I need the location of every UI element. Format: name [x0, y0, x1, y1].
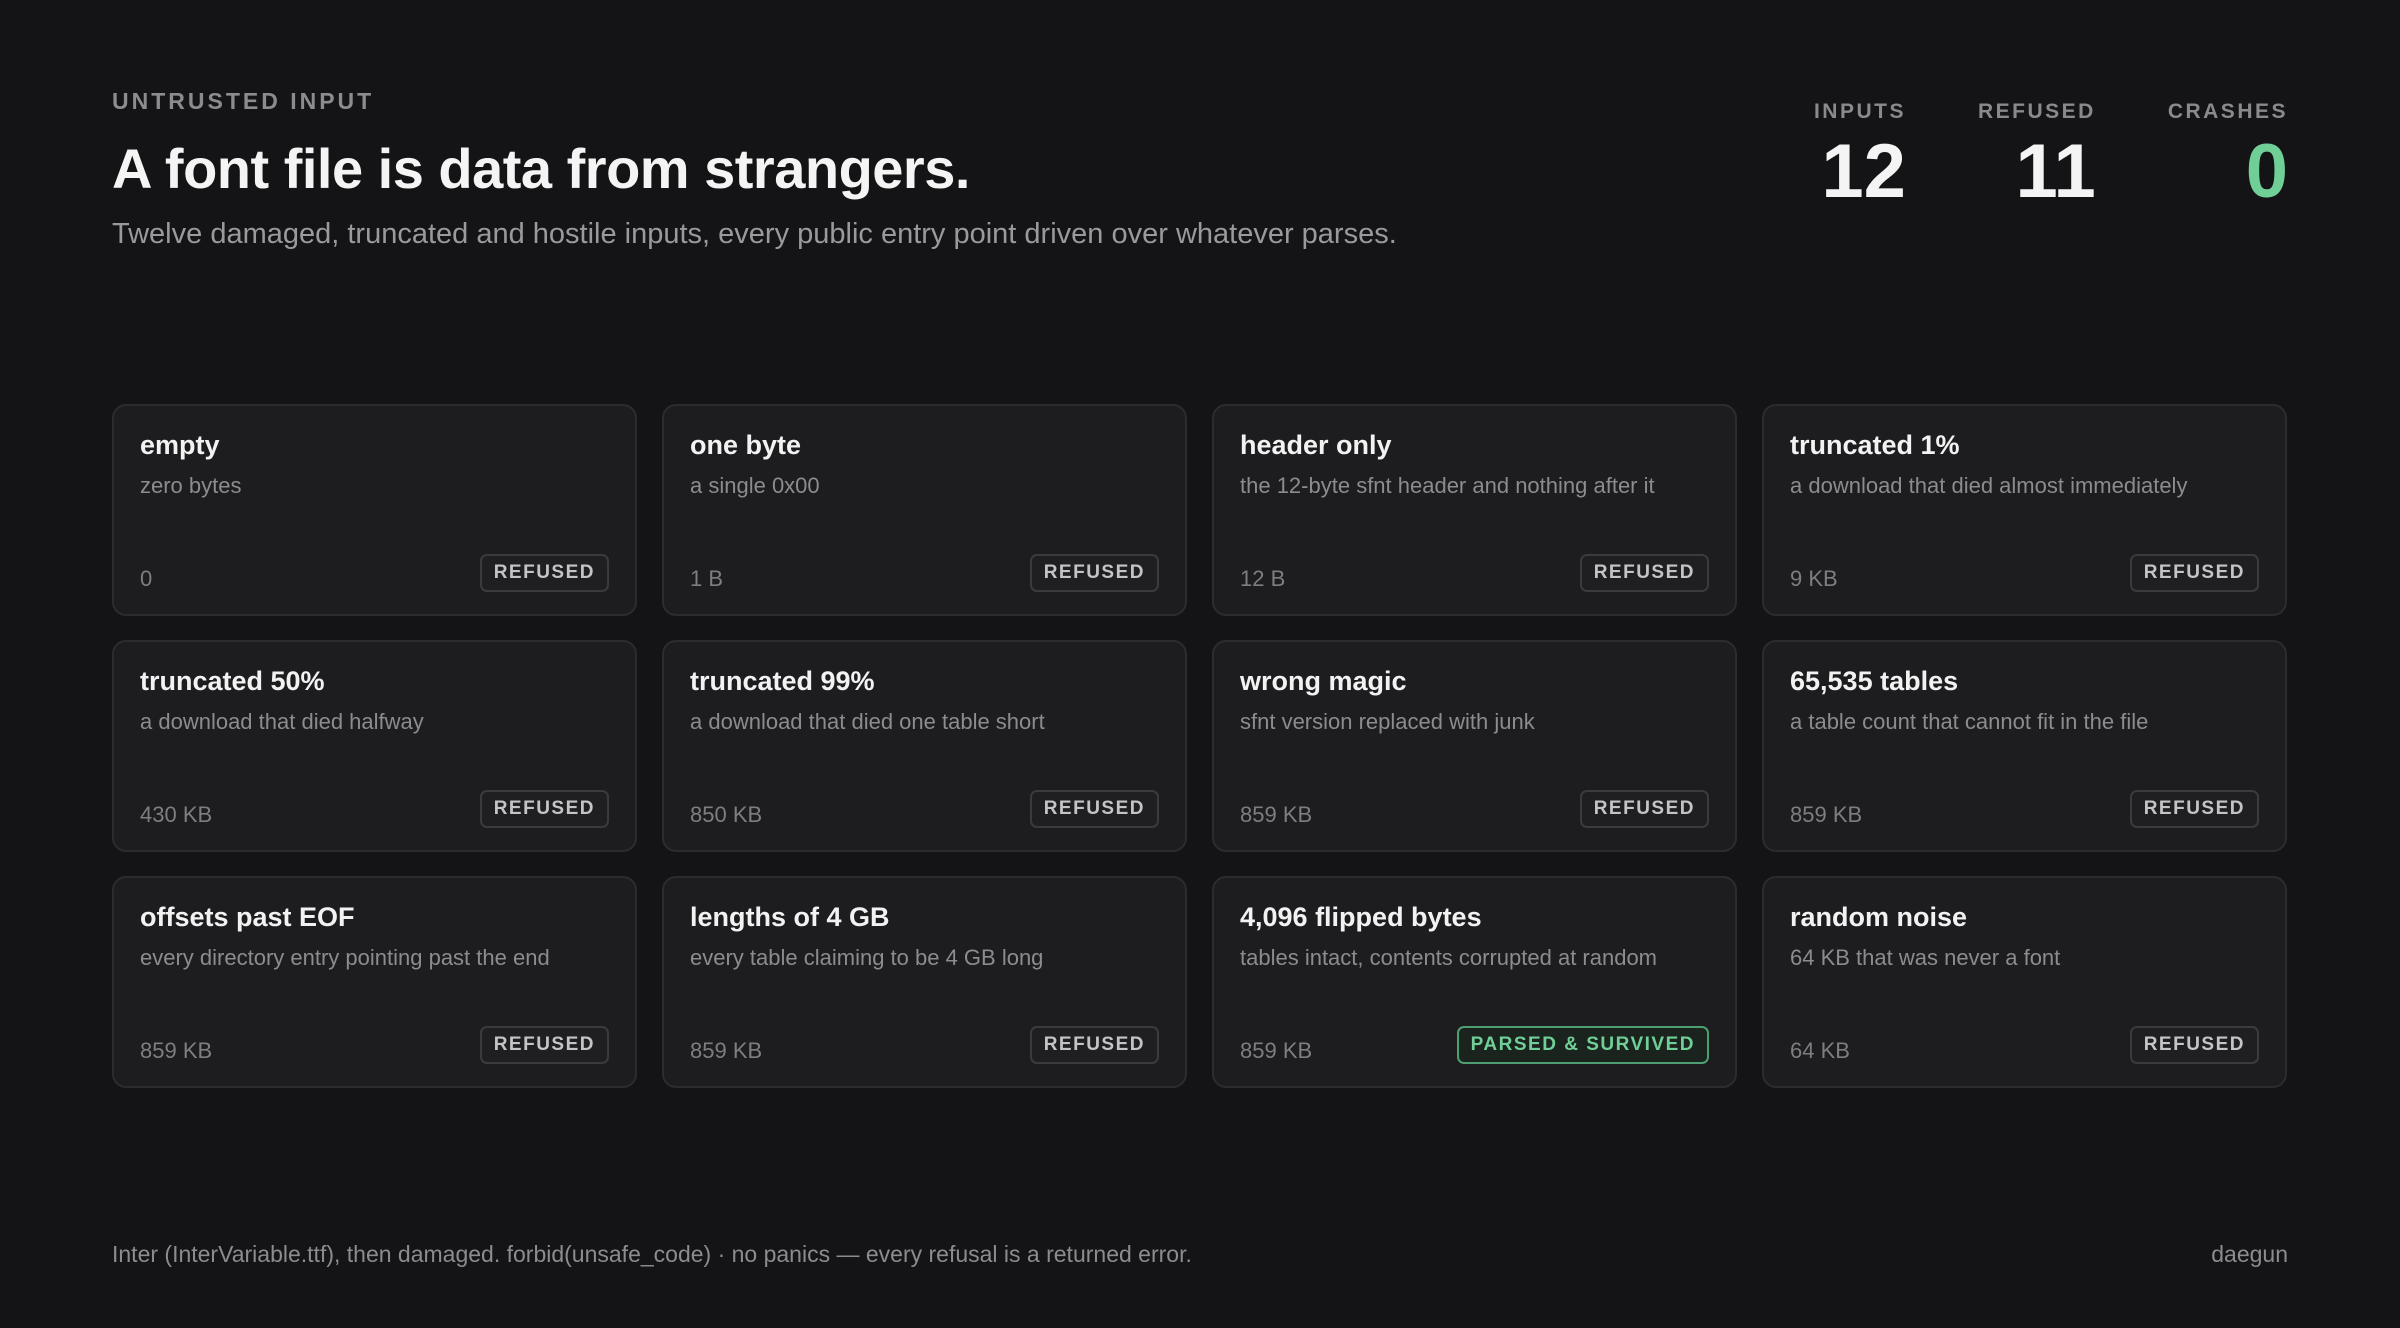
card-title: offsets past EOF [140, 902, 355, 932]
card-title: truncated 50% [140, 666, 325, 696]
stat-label: INPUTS [1813, 100, 1906, 123]
input-card: truncated 50% a download that died halfw… [112, 640, 637, 852]
card-description: a single 0x00 [690, 473, 820, 498]
card-size: 850 KB [690, 802, 763, 827]
status-badge: REFUSED [479, 554, 609, 592]
card-description: sfnt version replaced with junk [1240, 709, 1535, 734]
card-size: 1 B [690, 566, 724, 591]
status-badge: REFUSED [479, 1026, 609, 1064]
input-card: wrong magic sfnt version replaced with j… [1212, 640, 1737, 852]
stat-value: 12 [1821, 129, 1906, 214]
stat-label: CRASHES [2167, 100, 2288, 123]
input-card: truncated 1% a download that died almost… [1762, 404, 2287, 616]
card-size: 859 KB [690, 1038, 763, 1063]
status-badge: REFUSED [1029, 554, 1159, 592]
card-description: the 12-byte sfnt header and nothing afte… [1240, 473, 1655, 498]
card-size: 430 KB [140, 802, 213, 827]
card-title: truncated 99% [690, 666, 875, 696]
card-title: truncated 1% [1790, 430, 1960, 460]
status-badge: REFUSED [479, 790, 609, 828]
card-size: 12 B [1240, 566, 1286, 591]
input-cards-grid: empty zero bytes 0 REFUSED one byte a si… [112, 404, 2288, 1088]
input-card: truncated 99% a download that died one t… [662, 640, 1187, 852]
card-description: every table claiming to be 4 GB long [690, 945, 1044, 970]
footer-author: daegun [2211, 1241, 2288, 1267]
card-size: 0 [140, 566, 153, 591]
card-title: empty [140, 430, 220, 460]
status-badge: REFUSED [2129, 1026, 2259, 1064]
card-size: 9 KB [1790, 566, 1838, 591]
input-card: one byte a single 0x00 1 B REFUSED [662, 404, 1187, 616]
stat-value: 11 [2015, 129, 2096, 214]
card-description: a download that died one table short [690, 709, 1045, 734]
card-description: tables intact, contents corrupted at ran… [1240, 945, 1658, 970]
card-size: 859 KB [1790, 802, 1863, 827]
input-card: header only the 12-byte sfnt header and … [1212, 404, 1737, 616]
input-card: offsets past EOF every directory entry p… [112, 876, 637, 1088]
stat-crashes: CRASHES 0 [2168, 100, 2288, 210]
card-title: lengths of 4 GB [690, 902, 890, 932]
status-badge: REFUSED [1579, 790, 1709, 828]
card-title: random noise [1790, 902, 1968, 932]
input-card: random noise 64 KB that was never a font… [1762, 876, 2287, 1088]
status-badge: REFUSED [2129, 790, 2259, 828]
stat-inputs: INPUTS 12 [1814, 100, 1906, 210]
card-title: wrong magic [1240, 666, 1407, 696]
status-badge: REFUSED [1579, 554, 1709, 592]
stat-value: 0 [2245, 129, 2288, 214]
card-description: 64 KB that was never a font [1790, 945, 2061, 970]
card-title: 4,096 flipped bytes [1240, 902, 1482, 932]
page-title: A font file is data from strangers. [112, 137, 970, 200]
card-size: 859 KB [140, 1038, 213, 1063]
card-size: 859 KB [1240, 802, 1313, 827]
input-card: empty zero bytes 0 REFUSED [112, 404, 637, 616]
stats-summary: INPUTS 12 REFUSED 11 CRASHES 0 [1814, 100, 2288, 210]
card-title: header only [1240, 430, 1392, 460]
input-card: 65,535 tables a table count that cannot … [1762, 640, 2287, 852]
page: UNTRUSTED INPUT A font file is data from… [0, 0, 2400, 1328]
input-card: lengths of 4 GB every table claiming to … [662, 876, 1187, 1088]
status-badge: PARSED & SURVIVED [1456, 1026, 1709, 1064]
footer-note: Inter (InterVariable.ttf), then damaged.… [112, 1241, 1192, 1267]
input-card: 4,096 flipped bytes tables intact, conte… [1212, 876, 1737, 1088]
card-title: one byte [690, 430, 802, 460]
card-size: 64 KB [1790, 1038, 1850, 1063]
status-badge: REFUSED [2129, 554, 2259, 592]
card-description: a download that died almost immediately [1790, 473, 2188, 498]
card-description: zero bytes [140, 473, 242, 498]
card-description: a download that died halfway [140, 709, 424, 734]
eyebrow-label: UNTRUSTED INPUT [112, 88, 375, 114]
status-badge: REFUSED [1029, 790, 1159, 828]
card-size: 859 KB [1240, 1038, 1313, 1063]
page-subtitle: Twelve damaged, truncated and hostile in… [112, 218, 1397, 250]
card-description: every directory entry pointing past the … [140, 945, 550, 970]
stat-label: REFUSED [1977, 100, 2096, 123]
status-badge: REFUSED [1029, 1026, 1159, 1064]
card-title: 65,535 tables [1790, 666, 1959, 696]
stat-refused: REFUSED 11 [1978, 100, 2096, 210]
card-description: a table count that cannot fit in the fil… [1790, 709, 2149, 734]
